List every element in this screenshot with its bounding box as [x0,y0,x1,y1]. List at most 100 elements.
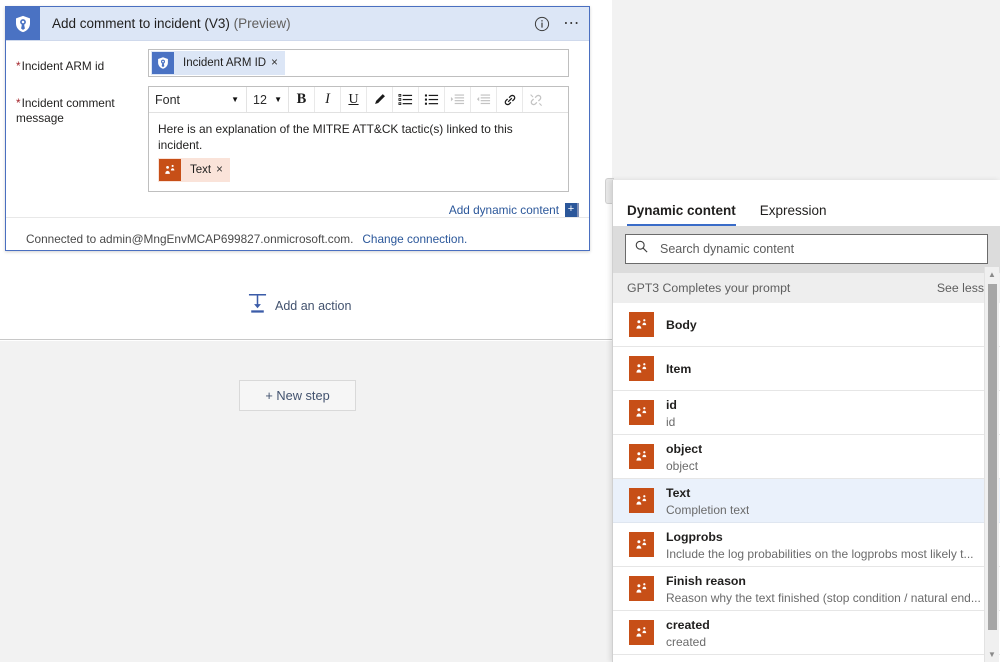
list-item-title: Text [666,485,691,500]
list-item-title: object [666,441,703,456]
sentinel-shield-icon [6,7,40,40]
dynamic-content-icon [629,488,654,513]
font-size-dropdown[interactable]: 12 ▼ [247,87,289,112]
list-item-text: Logprobs Include the log probabilities o… [666,528,974,562]
dynamic-content-icon [629,312,654,337]
required-asterisk: * [16,96,21,110]
sentinel-shield-icon [152,52,174,74]
add-an-action-label: Add an action [275,299,352,313]
rich-text-editor[interactable]: Font ▼ 12 ▼ B I U Here is an explanation… [148,86,569,192]
list-item-selected[interactable]: Text Completion text [613,479,1000,523]
panel-upper-background [612,0,1000,180]
action-card-add-comment-to-incident[interactable]: Add comment to incident (V3) (Preview) ⋯ [5,6,590,251]
dynamic-content-icon [629,532,654,557]
new-step-button[interactable]: + New step [239,380,356,411]
underline-button[interactable]: U [341,87,367,112]
list-item-text: object object [666,440,702,474]
list-item-text: created created [666,616,710,650]
dynamic-content-list: Body Item id id object object Text Compl… [613,303,1000,655]
font-size-value: 12 [253,92,267,107]
tab-label: Expression [759,203,827,218]
new-step-label: + New step [265,388,330,403]
tab-label: Dynamic content [627,203,736,218]
list-item[interactable]: Body [613,303,1000,347]
see-less-toggle[interactable]: See less [937,281,984,295]
change-connection-link[interactable]: Change connection. [362,232,467,246]
bulleted-list-button[interactable] [419,87,445,112]
list-item-title: created [666,617,710,632]
dynamic-token-text[interactable]: Text × [158,158,230,182]
list-item-title: id [666,397,677,412]
search-input[interactable] [658,241,979,257]
font-family-value: Font [155,92,181,107]
list-item-subtitle: Reason why the text finished (stop condi… [666,590,981,605]
dynamic-content-icon [159,159,181,181]
search-box[interactable] [625,234,988,264]
incident-arm-id-input[interactable]: Incident ARM ID × [148,49,569,77]
chevron-down-icon: ▼ [231,95,239,104]
token-label: Incident ARM ID [183,57,267,69]
action-card-header-buttons: ⋯ [533,7,581,40]
scroll-up-arrow[interactable]: ▲ [985,267,999,282]
add-dynamic-content-link[interactable]: Add dynamic content [449,203,559,217]
group-label: GPT3 Completes your prompt [627,281,791,295]
list-item[interactable]: object object [613,435,1000,479]
list-item[interactable]: Logprobs Include the log probabilities o… [613,523,1000,567]
dynamic-content-group-header: GPT3 Completes your prompt See less [613,273,1000,303]
list-item-subtitle: object [666,458,699,473]
scroll-down-arrow[interactable]: ▼ [985,647,999,662]
list-item[interactable]: created created [613,611,1000,655]
ellipsis-icon[interactable]: ⋯ [563,15,581,33]
remove-link-button [523,87,549,112]
bold-button[interactable]: B [289,87,315,112]
list-item-subtitle: created [666,634,707,649]
increase-indent-button [445,87,471,112]
info-circle-icon[interactable] [533,15,551,33]
italic-button[interactable]: I [315,87,341,112]
close-icon[interactable]: × [271,57,285,69]
rich-text-content[interactable]: Here is an explanation of the MITRE ATT&… [149,113,568,191]
list-item-subtitle: Completion text [666,502,750,517]
dynamic-content-panel: Dynamic content Expression GPT3 Complete… [612,180,1000,662]
decrease-indent-button [471,87,497,112]
close-icon[interactable]: × [216,164,230,176]
list-item-text: Finish reason Reason why the text finish… [666,572,981,606]
field-incident-comment-message: *Incident comment message Font ▼ 12 ▼ B [6,86,589,192]
list-item-title: Logprobs [666,529,723,544]
field-label-text: Incident comment message [16,96,115,125]
font-family-dropdown[interactable]: Font ▼ [149,87,247,112]
list-item-text: Item [666,360,691,378]
dynamic-content-icon [629,444,654,469]
numbered-list-button[interactable] [393,87,419,112]
scrollbar-thumb[interactable] [988,284,997,630]
required-asterisk: * [16,59,21,73]
list-item-text: Text Completion text [666,484,749,518]
action-title-text: Add comment to incident (V3) [52,16,230,31]
list-item-title: Body [666,317,697,332]
flow-designer-canvas: Add comment to incident (V3) (Preview) ⋯ [0,0,639,340]
field-incident-arm-id: *Incident ARM id Incident ARM ID × [6,49,589,77]
connection-status-text: Connected to admin@MngEnvMCAP699827.onmi… [26,231,354,246]
add-dynamic-content-button[interactable]: + [565,203,579,217]
action-card-footer: Connected to admin@MngEnvMCAP699827.onmi… [6,217,589,259]
rich-text-toolbar: Font ▼ 12 ▼ B I U [149,87,568,113]
list-item-subtitle: Include the log probabilities on the log… [666,546,974,561]
list-item-subtitle: id [666,414,676,429]
action-card-header[interactable]: Add comment to incident (V3) (Preview) ⋯ [6,7,589,41]
tab-expression[interactable]: Expression [760,203,827,226]
add-an-action-button[interactable]: Add an action [248,293,351,319]
list-item[interactable]: id id [613,391,1000,435]
dynamic-token-incident-arm-id[interactable]: Incident ARM ID × [151,51,285,75]
list-item-text: id id [666,396,677,430]
list-item-title: Finish reason [666,573,746,588]
list-item[interactable]: Item [613,347,1000,391]
insert-link-button[interactable] [497,87,523,112]
field-label-text: Incident ARM id [21,59,105,73]
tab-dynamic-content[interactable]: Dynamic content [627,203,736,226]
add-dynamic-content-control[interactable]: Add dynamic content + [449,203,579,217]
chevron-down-icon: ▼ [274,95,282,104]
field-label-incident-comment-message: *Incident comment message [16,86,148,192]
panel-scrollbar[interactable]: ▲ ▼ [984,267,999,662]
highlight-color-button[interactable] [367,87,393,112]
list-item[interactable]: Finish reason Reason why the text finish… [613,567,1000,611]
